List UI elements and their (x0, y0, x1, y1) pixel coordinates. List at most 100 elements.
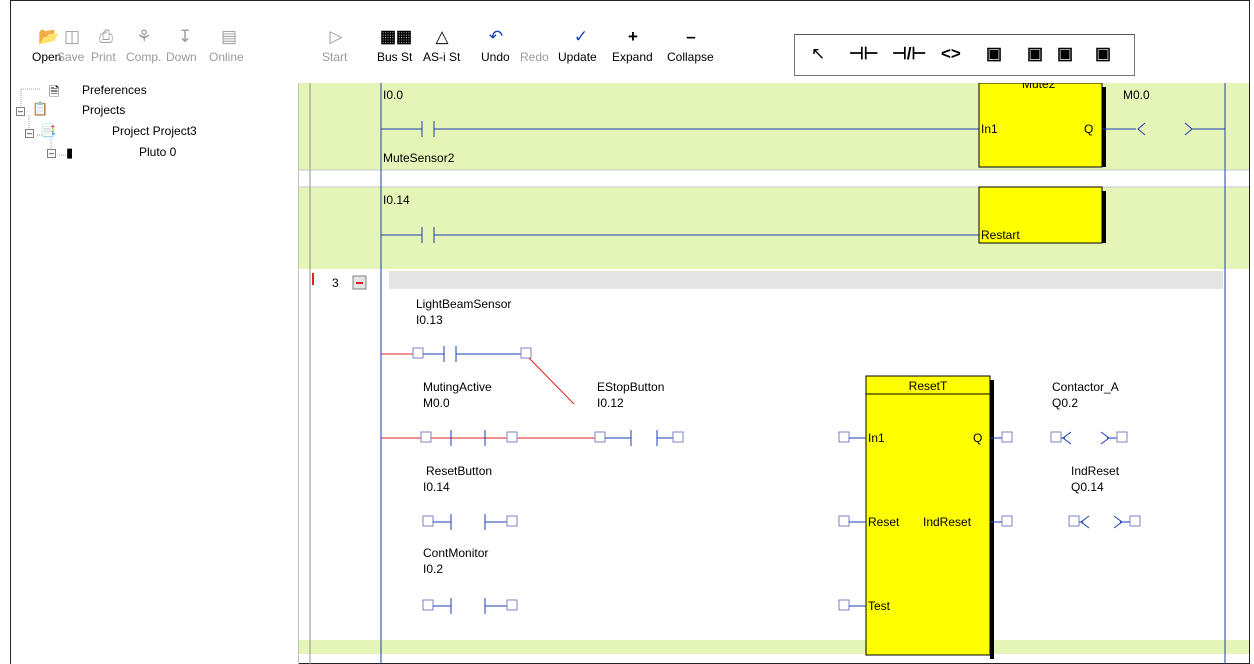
bus-st-label: Bus St (377, 50, 413, 64)
function-block-icon[interactable]: ▣ (1027, 43, 1043, 65)
minus-icon: – (686, 27, 696, 46)
online-icon: ▤ (220, 27, 238, 46)
contact-cont-monitor[interactable] (422, 598, 518, 614)
function-block-title: ResetT (909, 379, 948, 393)
download-button[interactable]: ↧ Down (164, 27, 206, 71)
redo-arrow-icon (516, 27, 556, 47)
undo-arrow-icon: ↶ (488, 27, 504, 46)
normally-open-contact-icon[interactable]: ⊣⊢ (849, 43, 879, 65)
fb-pin-reset[interactable] (838, 515, 866, 527)
checkmark-icon: ✓ (573, 27, 589, 46)
collapse-pluto-toggle[interactable]: – (47, 149, 56, 158)
coil-icon[interactable]: <> (941, 43, 961, 65)
tree-item-preferences[interactable]: Preferences (82, 83, 147, 97)
fb-pin-in1[interactable] (838, 431, 866, 443)
contact-address: I0.0 (383, 88, 403, 102)
contact-name: MutingActive (423, 380, 492, 394)
contact-name: LightBeamSensor (416, 297, 511, 311)
function-block-title: Mute2 (1022, 83, 1056, 91)
start-button[interactable]: ▷ Start (318, 27, 354, 71)
save-button[interactable]: ◫ Save (55, 27, 89, 71)
block-shadow (990, 380, 994, 659)
collapse-project-toggle[interactable]: – (25, 129, 34, 138)
asi-status-button[interactable]: △ AS-i St (419, 27, 465, 71)
toolbar: 📂 Open ◫ Save ⎙ Print ⚘ Comp. ↧ Down ▤ O… (11, 1, 1249, 83)
timer-block-icon[interactable]: ▣ (986, 43, 1002, 65)
fb-output-label: IndReset (923, 515, 972, 529)
tree-item-projects[interactable]: Projects (82, 103, 125, 117)
block-shadow (1102, 191, 1106, 243)
bus-status-button[interactable]: ▦▦ Bus St (373, 27, 419, 71)
comp-label: Comp. (126, 50, 162, 64)
print-button[interactable]: ⎙ Print (89, 27, 123, 71)
undo-button[interactable]: ↶ Undo (476, 27, 516, 71)
select-pointer-icon[interactable]: ↖ (811, 43, 825, 65)
compile-icon: ⚘ (136, 27, 152, 46)
rung-background (299, 640, 1249, 654)
arithmetic-block-icon[interactable]: ▣ (1095, 43, 1111, 65)
block-icon[interactable]: ▣ (1057, 43, 1073, 65)
contact-address: I0.2 (423, 562, 443, 576)
asi-st-label: AS-i St (423, 50, 461, 64)
update-button[interactable]: ✓ Update (556, 27, 606, 71)
contact-name: EStopButton (597, 380, 664, 394)
contact-reset-button[interactable] (422, 514, 518, 530)
rung-background (299, 187, 1249, 269)
online-button[interactable]: ▤ Online (207, 27, 251, 71)
normally-closed-contact-icon[interactable]: ⊣/⊢ (892, 43, 926, 65)
compile-button[interactable]: ⚘ Comp. (124, 27, 164, 71)
download-icon: ↧ (177, 27, 193, 46)
coil-address: M0.0 (1123, 88, 1150, 102)
floppy-disk-icon: ◫ (63, 27, 81, 46)
bus-network-icon: ▦▦ (379, 27, 413, 46)
contact-estop[interactable] (594, 430, 684, 446)
collapse-rung-button[interactable] (352, 275, 367, 290)
undo-label: Undo (481, 50, 510, 64)
contact-name: ContMonitor (423, 546, 488, 560)
preferences-icon: 🗎 (49, 84, 60, 99)
contact-address: I0.14 (383, 193, 410, 207)
contact-lightbeam[interactable] (412, 346, 532, 362)
tree-item-pluto[interactable]: Pluto 0 (139, 145, 176, 159)
selected-link-wire[interactable] (528, 357, 575, 405)
collapse-label: Collapse (667, 50, 714, 64)
fb-input-label: In1 (981, 122, 998, 136)
projects-clipboard-icon: 📋 (32, 101, 49, 116)
collapse-projects-toggle[interactable]: – (16, 107, 25, 116)
printer-icon: ⎙ (99, 27, 113, 46)
ladder-editor: I0.0 MuteSensor2 Mute2 In1 Q M0.0 I0.14 (299, 83, 1249, 664)
contact-address: I0.13 (416, 313, 443, 327)
coil-address: Q0.2 (1052, 396, 1078, 410)
coil-name: Contactor_A (1052, 380, 1119, 394)
play-icon: ▷ (329, 27, 343, 46)
contact-address: M0.0 (423, 396, 450, 410)
print-label: Print (91, 50, 116, 64)
contact-address: I0.12 (597, 396, 624, 410)
redo-button[interactable]: Redo (516, 27, 556, 71)
pluto-plc-icon: ▮ (66, 145, 74, 160)
block-shadow (1102, 87, 1106, 167)
fb-output-label: Q (973, 431, 982, 445)
fb-input-label: Test (868, 599, 891, 613)
online-label: Online (209, 50, 244, 64)
asi-triangle-icon: △ (435, 27, 449, 46)
contact-name: MuteSensor2 (383, 151, 455, 165)
expand-button[interactable]: + Expand (608, 27, 658, 71)
coil-contactor-a[interactable] (1050, 431, 1128, 445)
start-label: Start (322, 50, 348, 64)
rung-header-bar (389, 271, 1223, 289)
tree-item-project[interactable]: Project Project3 (112, 124, 197, 138)
fb-input-label: In1 (868, 431, 885, 445)
coil-address: Q0.14 (1071, 480, 1104, 494)
coil-indreset[interactable] (1068, 515, 1141, 529)
project-documents-icon: 📑 (40, 123, 57, 138)
fb-restart-label: Restart (981, 228, 1020, 242)
down-label: Down (166, 50, 197, 64)
redo-label: Redo (520, 50, 549, 64)
contact-name: ResetButton (426, 464, 492, 478)
rung-number: 3 (332, 276, 339, 290)
fb-pin-test[interactable] (838, 599, 866, 611)
collapse-button[interactable]: – Collapse (661, 27, 721, 71)
expand-label: Expand (612, 50, 653, 64)
app-window: 📂 Open ◫ Save ⎙ Print ⚘ Comp. ↧ Down ▤ O… (10, 0, 1250, 664)
